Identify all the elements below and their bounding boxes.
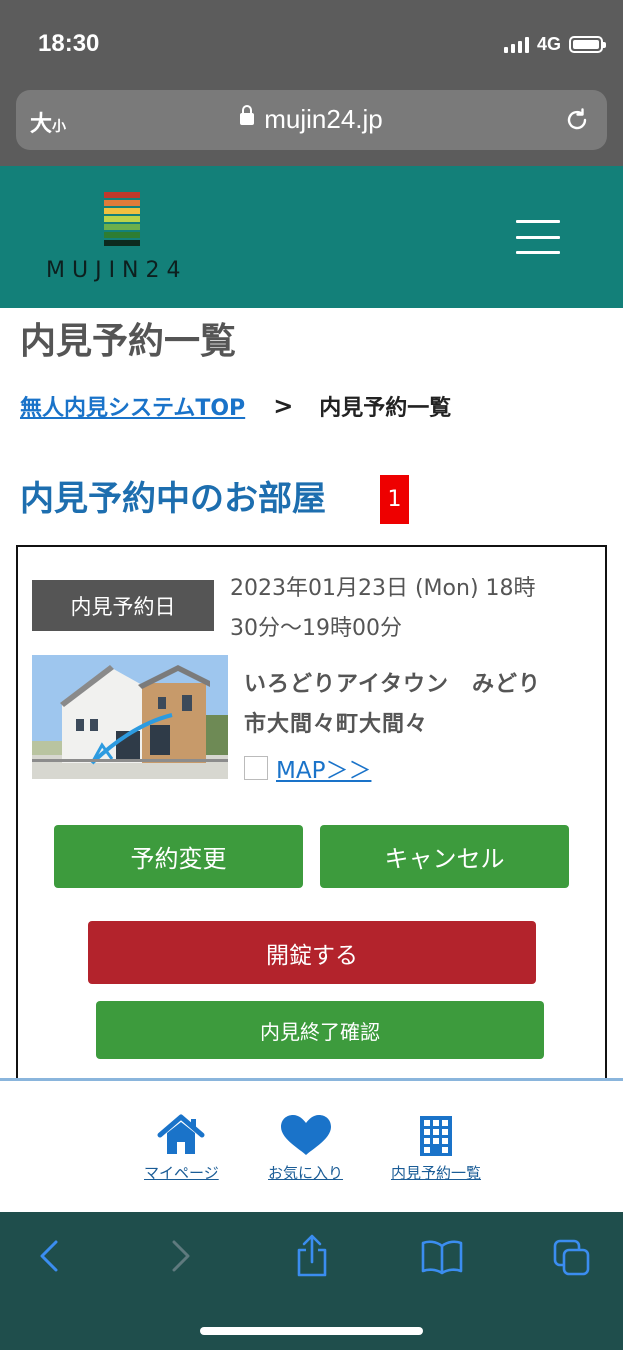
status-indicators: 4G xyxy=(503,34,606,55)
logo-mark[interactable] xyxy=(104,192,140,248)
map-link[interactable]: MAP＞＞ xyxy=(276,751,371,785)
lock-icon xyxy=(240,105,255,126)
section-title: 内見予約中のお部屋 xyxy=(20,479,326,519)
home-icon xyxy=(157,1114,205,1154)
nav-favorites[interactable]: お気に入り xyxy=(268,1114,343,1183)
network-type: 4G xyxy=(536,34,561,54)
tabs-icon[interactable] xyxy=(552,1238,592,1278)
home-indicator xyxy=(200,1327,423,1335)
nav-label-reservations: 内見予約一覧 xyxy=(390,1164,481,1182)
reservation-date-line2: 30分～19時00分 xyxy=(230,616,402,641)
logo-bar xyxy=(104,200,140,206)
share-icon[interactable] xyxy=(294,1234,330,1278)
bookmarks-icon[interactable] xyxy=(420,1238,464,1276)
map-row: MAP＞＞ xyxy=(244,751,371,785)
status-bar: 18:30 4G xyxy=(0,0,623,86)
status-time: 18:30 xyxy=(38,30,100,57)
hamburger-menu-icon[interactable] xyxy=(516,220,560,254)
property-name-line1: いろどりアイタウン みどり xyxy=(244,672,542,697)
nav-label-favorites: お気に入り xyxy=(268,1164,344,1182)
signal-icon xyxy=(503,36,529,53)
back-icon[interactable] xyxy=(34,1236,64,1276)
map-image-placeholder xyxy=(244,756,268,780)
breadcrumb-current: 内見予約一覧 xyxy=(319,396,452,421)
cancel-reservation-button[interactable]: キャンセル xyxy=(320,825,569,888)
breadcrumb-separator: > xyxy=(273,392,294,420)
nav-reservations[interactable]: 内見予約一覧 xyxy=(385,1114,487,1183)
reservation-count-badge: 1 xyxy=(380,475,409,524)
logo-bar xyxy=(104,224,140,230)
logo-bar xyxy=(104,232,140,238)
logo-text[interactable]: MUJIN24 xyxy=(46,258,188,283)
nav-mypage[interactable]: マイページ xyxy=(144,1114,219,1183)
property-photo[interactable] xyxy=(32,655,228,779)
reservation-card: 内見予約日 2023年01月23日 (Mon) 18時 30分～19時00分 い… xyxy=(16,545,607,1105)
unlock-button[interactable]: 開錠する xyxy=(88,921,536,984)
browser-address-area: 大小 mujin24.jp xyxy=(0,86,623,166)
reload-icon[interactable] xyxy=(563,106,591,134)
property-name: いろどりアイタウン みどり 市大間々町大間々 xyxy=(244,665,584,745)
nav-label-mypage: マイページ xyxy=(144,1164,219,1182)
reservation-date: 2023年01月23日 (Mon) 18時 30分～19時00分 xyxy=(230,569,590,649)
url-display[interactable]: mujin24.jp xyxy=(16,104,607,135)
logo-bar xyxy=(104,216,140,222)
logo-bar xyxy=(104,240,140,246)
reservation-date-line1: 2023年01月23日 (Mon) 18時 xyxy=(230,576,536,601)
change-reservation-button[interactable]: 予約変更 xyxy=(54,825,303,888)
breadcrumb-top-link[interactable]: 無人内見システムTOP xyxy=(20,390,245,422)
site-header: MUJIN24 xyxy=(0,166,623,308)
page-title: 内見予約一覧 xyxy=(20,321,237,362)
battery-icon xyxy=(569,36,606,53)
logo-bar xyxy=(104,192,140,198)
heart-icon xyxy=(280,1115,331,1155)
building-icon xyxy=(420,1116,452,1156)
logo-bar xyxy=(104,208,140,214)
date-label: 内見予約日 xyxy=(32,580,214,631)
url-text: mujin24.jp xyxy=(264,104,383,134)
address-bar[interactable]: 大小 mujin24.jp xyxy=(16,90,607,150)
bottom-nav: マイページ お気に入り 内見予約一覧 xyxy=(0,1078,623,1212)
viewing-complete-button[interactable]: 内見終了確認 xyxy=(96,1001,544,1059)
forward-icon[interactable] xyxy=(166,1236,196,1276)
breadcrumb: 無人内見システムTOP > 内見予約一覧 xyxy=(20,390,451,422)
property-name-line2: 市大間々町大間々 xyxy=(244,712,429,737)
